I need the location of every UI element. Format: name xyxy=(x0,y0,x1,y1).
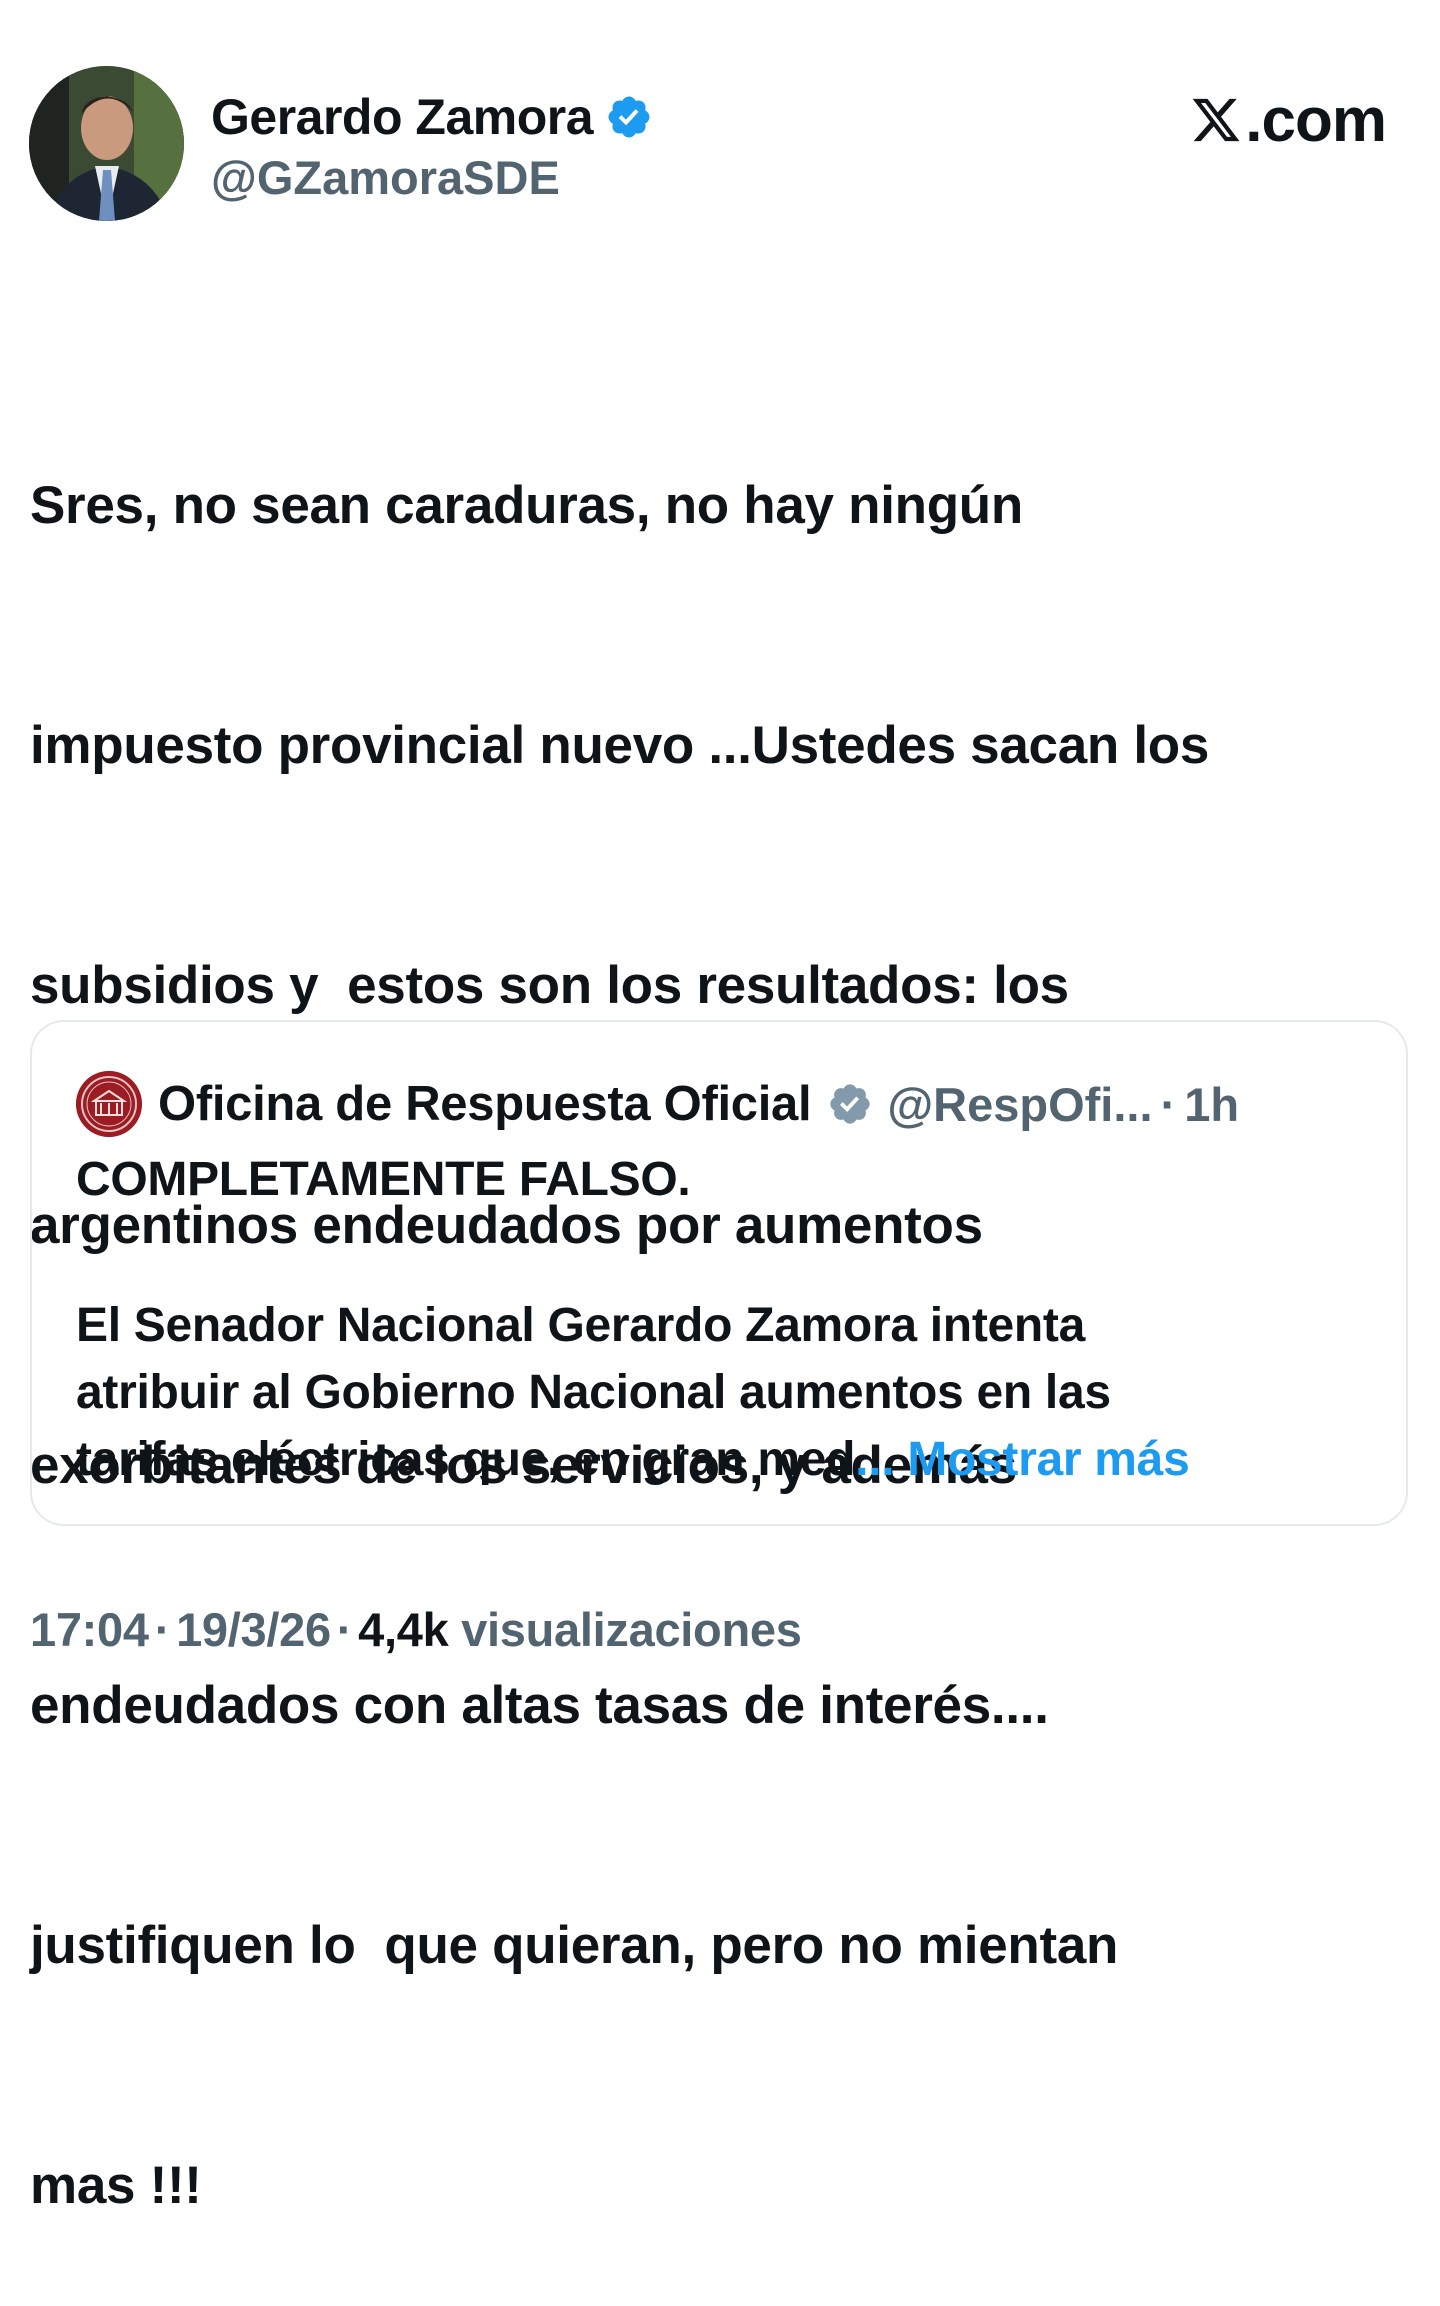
x-logo-icon xyxy=(1192,98,1240,142)
quoted-line-text: tarifas eléctricas que, en gran med xyxy=(76,1433,856,1486)
quoted-tweet-time[interactable]: 1h xyxy=(1184,1077,1239,1132)
author-display-name[interactable]: Gerardo Zamora xyxy=(211,86,594,148)
author-avatar[interactable] xyxy=(29,66,184,221)
tweet-line: justifiquen lo que quieran, pero no mien… xyxy=(30,1916,1119,1975)
brand-watermark: .com xyxy=(1189,84,1387,156)
tweet-line: mas !!! xyxy=(30,2156,202,2215)
quoted-tweet-card[interactable]: Oficina de Respuesta Oficial @RespOfi...… xyxy=(30,1020,1408,1526)
quoted-author-handle[interactable]: @RespOfi... xyxy=(887,1077,1152,1132)
quoted-tweet-body: El Senador Nacional Gerardo Zamora inten… xyxy=(76,1292,1376,1493)
tweet-line: impuesto provincial nuevo ...Ustedes sac… xyxy=(30,716,1210,775)
quoted-line: atribuir al Gobierno Nacional aumentos e… xyxy=(76,1366,1111,1419)
brand-domain: .com xyxy=(1245,85,1387,155)
separator-dot: · xyxy=(336,1603,353,1656)
verified-badge-icon[interactable] xyxy=(605,93,653,141)
views-label: visualizaciones xyxy=(461,1603,802,1656)
quoted-line: El Senador Nacional Gerardo Zamora inten… xyxy=(76,1299,1085,1352)
tweet-line: subsidios y estos son los resultados: lo… xyxy=(30,956,1069,1015)
tweet-meta: 17:04 · 19/3/26 · 4,4k visualizaciones xyxy=(30,1600,802,1660)
quoted-line-last: tarifas eléctricas que, en gran med... M… xyxy=(76,1426,1376,1493)
quoted-author-name[interactable]: Oficina de Respuesta Oficial xyxy=(158,1076,812,1132)
separator-dot: · xyxy=(154,1603,171,1656)
tweet-line: endeudados con altas tasas de interés...… xyxy=(30,1676,1049,1735)
author-handle[interactable]: @GZamoraSDE xyxy=(211,148,653,208)
quoted-author-avatar[interactable] xyxy=(76,1071,142,1137)
show-more-link[interactable]: ... Mostrar más xyxy=(855,1433,1190,1486)
verified-badge-gray-icon[interactable] xyxy=(827,1081,873,1127)
profile-photo-icon xyxy=(29,66,184,221)
quoted-tweet-header: Oficina de Respuesta Oficial @RespOfi...… xyxy=(76,1068,1239,1140)
tweet-header: Gerardo Zamora @GZamoraSDE .com xyxy=(0,0,1440,260)
tweet-date[interactable]: 19/3/26 xyxy=(176,1603,331,1656)
author-names: Gerardo Zamora @GZamoraSDE xyxy=(211,86,653,208)
quoted-tweet-headline: COMPLETAMENTE FALSO. xyxy=(76,1153,691,1206)
tweet-time[interactable]: 17:04 xyxy=(30,1603,149,1656)
institution-seal-icon xyxy=(76,1071,142,1137)
tweet-line: Sres, no sean caraduras, no hay ningún xyxy=(30,476,1023,535)
views-count: 4,4k xyxy=(358,1603,449,1656)
separator-dot: · xyxy=(1160,1077,1177,1131)
display-name-row: Gerardo Zamora xyxy=(211,86,653,148)
